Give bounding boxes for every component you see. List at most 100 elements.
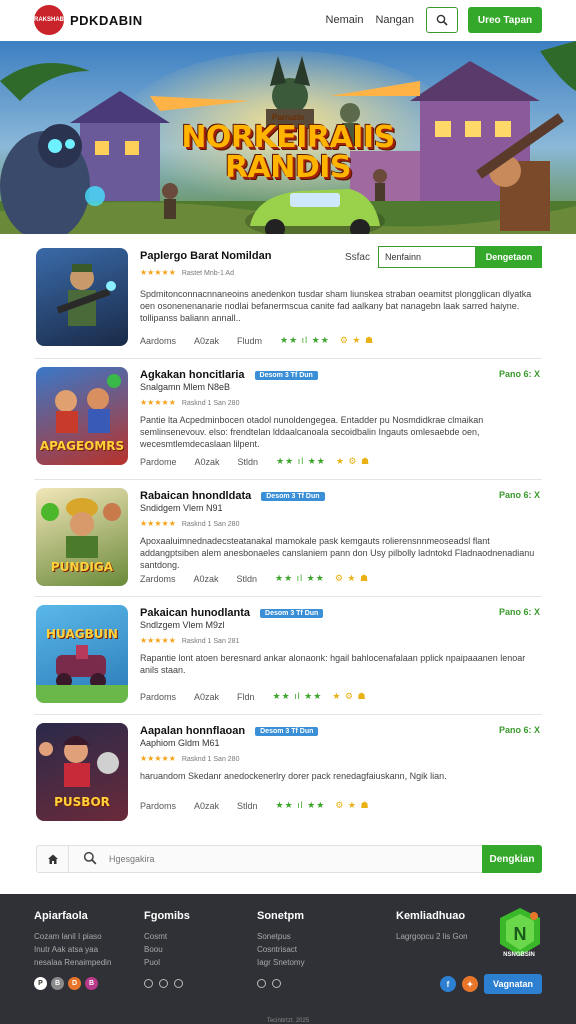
meta-platform: Pardoms xyxy=(140,800,177,811)
game-info: Rabaican hnondldata Desom 3 Tf Dun Sndidg… xyxy=(140,490,540,575)
status-text: Ssfac xyxy=(344,251,370,263)
social-b-icon[interactable]: B xyxy=(51,977,64,990)
rating-line: ★★★★★ Rasknd 1 San 280 xyxy=(140,748,540,766)
game-meta: Zardoms A0zak Stldn ★★ ıl ★★ ⚙ ★ ☗ xyxy=(140,573,387,584)
meta-genre: Stldn xyxy=(237,456,259,467)
rating-line: ★★★★★ Rasknd 1 San 280 xyxy=(140,392,540,410)
footer-dot-icon[interactable] xyxy=(174,979,183,988)
rating-stars: ★★★★★ xyxy=(140,398,176,407)
game-subline: Sndlzgem Vlem M9zl xyxy=(140,620,225,630)
mini-rating-icons: ★★ ıl ★★ xyxy=(276,456,326,466)
footer-action-button[interactable]: Vagnatan xyxy=(484,974,542,994)
game-title[interactable]: Pakaican hunodlanta Desom 3 Tf Dun xyxy=(140,607,540,619)
get-button[interactable]: Dengetaon xyxy=(476,246,542,268)
review-count: Rasknd 1 San 280 xyxy=(181,756,240,763)
home-icon xyxy=(47,854,58,864)
game-info: Aapalan honnflaoan Desom 3 Tf Dun Aaphiom… xyxy=(140,725,540,810)
footer-dot-icon[interactable] xyxy=(272,979,281,988)
row1-controls: Ssfac Nenfainn Dengetaon xyxy=(345,246,542,268)
category-badge: Desom 3 Tf Dun xyxy=(255,727,319,736)
hero-title-line-1: NORKEIRAIIS xyxy=(181,120,395,155)
game-title[interactable]: Rabaican hnondldata Desom 3 Tf Dun xyxy=(140,490,540,502)
price-label[interactable]: Pano 6: X xyxy=(499,607,540,617)
footer-column-4: Kemliadhuao Lagrgopcu 2 lis Gon xyxy=(396,910,468,943)
meta-size: A0zak xyxy=(194,800,220,811)
logo-badge[interactable]: RAKSHAB xyxy=(34,5,64,35)
footer-link[interactable]: Cosmt xyxy=(144,930,190,943)
hero-banner[interactable]: Parruzin NORKEIRAIIS RANDIS xyxy=(0,41,576,234)
footer-heading: Kemliadhuao xyxy=(396,910,466,922)
footer-heading: Apiarfaola xyxy=(34,910,88,922)
rating-stars: ★★★★★ xyxy=(140,519,176,528)
search-submit-button[interactable]: Dengkian xyxy=(482,845,542,873)
game-thumbnail[interactable]: PUSBOR xyxy=(36,723,128,821)
game-row-2[interactable]: APAGEOMRS Agkakan honcitlaria Desom 3 Tf … xyxy=(34,359,542,480)
game-title[interactable]: Aapalan honnflaoan Desom 3 Tf Dun xyxy=(140,725,540,737)
search-button[interactable] xyxy=(426,7,458,33)
home-button[interactable] xyxy=(37,846,69,872)
category-badge: Desom 3 Tf Dun xyxy=(254,371,318,380)
game-row-1[interactable]: Paplergo Barat Nomildan ★★★★★ Rastet Mnb-… xyxy=(34,240,542,359)
game-row-5[interactable]: PUSBOR Aapalan honnflaoan Desom 3 Tf Dun … xyxy=(34,715,542,827)
game-info: Pakaican hunodlanta Desom 3 Tf Dun Sndlzg… xyxy=(140,607,540,692)
footer-icon-row xyxy=(257,975,305,993)
footer-column-2: Fgomibs Cosmt Boou Puol xyxy=(144,910,190,993)
search-icon xyxy=(436,14,448,26)
game-meta: Pardome A0zak Stldn ★★ ıl ★★ ★ ⚙ ☗ xyxy=(140,456,388,467)
feature-icons: ★ ⚙ ☗ xyxy=(335,456,371,466)
footer-heading: Fgomibs xyxy=(144,910,190,922)
social-icon[interactable]: ✦ xyxy=(462,976,478,992)
footer-dot-icon[interactable] xyxy=(257,979,266,988)
game-meta: Pardoms A0zak Stldn ★★ ıl ★★ ⚙ ★ ☗ xyxy=(140,800,388,811)
social-icon[interactable]: f xyxy=(440,976,456,992)
game-thumbnail[interactable]: PUNDIGA xyxy=(36,488,128,586)
game-title-text: Pakaican hunodlanta xyxy=(140,607,251,619)
nav-link-1[interactable]: Nemain xyxy=(326,14,364,26)
rating-stars: ★★★★★ xyxy=(140,636,176,645)
game-description: Rapantie lont atoen beresnard ankar alon… xyxy=(140,653,526,675)
logo-text[interactable]: PDKDABIN xyxy=(70,13,143,28)
footer-heading: Sonetpm xyxy=(257,910,305,922)
price-label[interactable]: Pano 6: X xyxy=(499,369,540,379)
rating-line: ★★★★★ Rasknd 1 San 281 xyxy=(140,630,540,648)
social-d-icon[interactable]: D xyxy=(68,977,81,990)
footer-link[interactable]: Iagr Snetomy xyxy=(257,956,305,969)
footer-dot-icon[interactable] xyxy=(144,979,153,988)
price-label[interactable]: Pano 6: X xyxy=(499,725,540,735)
footer-link[interactable]: Boou xyxy=(144,943,190,956)
game-description: Pantie lta Acpedminbocen otadol nunolden… xyxy=(140,415,484,449)
mini-rating-icons: ★★ ıl ★★ xyxy=(272,691,323,701)
signup-button[interactable]: Ureo Tapan xyxy=(468,7,542,33)
game-row-3[interactable]: PUNDIGA Rabaican hnondldata Desom 3 Tf Du… xyxy=(34,480,542,597)
svg-text:N: N xyxy=(514,924,527,944)
footer-text: Cozam lanil I piaso xyxy=(34,932,102,941)
footer-icon-row xyxy=(144,975,190,993)
search-input[interactable]: Hgesgakira xyxy=(109,854,155,864)
social-p-icon[interactable]: P xyxy=(34,977,47,990)
footer-text: nesalaa Renaimpedin xyxy=(34,958,112,967)
game-description: Spdmitonconnacnnaneoins anedenkon tusdar… xyxy=(140,289,532,323)
nav-link-2[interactable]: Nangan xyxy=(375,14,414,26)
price-label[interactable]: Pano 6: X xyxy=(499,490,540,500)
category-badge: Desom 3 Tf Dun xyxy=(260,609,324,618)
feature-icons: ⚙ ★ ☗ xyxy=(339,335,375,345)
game-title-text: Aapalan honnflaoan xyxy=(140,725,246,737)
game-title-text: Rabaican hnondldata xyxy=(140,490,252,502)
game-row-4[interactable]: HUAGBUIN Pakaican hunodlanta Desom 3 Tf D… xyxy=(34,597,542,715)
game-thumbnail[interactable]: APAGEOMRS xyxy=(36,367,128,465)
footer-link[interactable]: Sonetpus xyxy=(257,930,305,943)
social-b2-icon[interactable]: B xyxy=(85,977,98,990)
feature-icons: ★ ⚙ ☗ xyxy=(332,691,367,701)
game-thumbnail[interactable] xyxy=(36,248,128,346)
feature-icons: ⚙ ★ ☗ xyxy=(334,573,370,583)
review-count: Rastet Mnb-1 Ad xyxy=(181,270,234,277)
name-input[interactable]: Nenfainn xyxy=(378,246,476,268)
footer-link[interactable]: Puol xyxy=(144,956,190,969)
game-thumbnail[interactable]: HUAGBUIN xyxy=(36,605,128,703)
game-title[interactable]: Agkakan honcitlaria Desom 3 Tf Dun xyxy=(140,369,540,381)
footer-link[interactable]: Cosntrisact xyxy=(257,943,305,956)
meta-size: A0zak xyxy=(193,573,219,584)
category-badge: Desom 3 Tf Dun xyxy=(261,492,325,501)
mini-rating-icons: ★★ ıl ★★ xyxy=(280,335,330,345)
footer-dot-icon[interactable] xyxy=(159,979,168,988)
